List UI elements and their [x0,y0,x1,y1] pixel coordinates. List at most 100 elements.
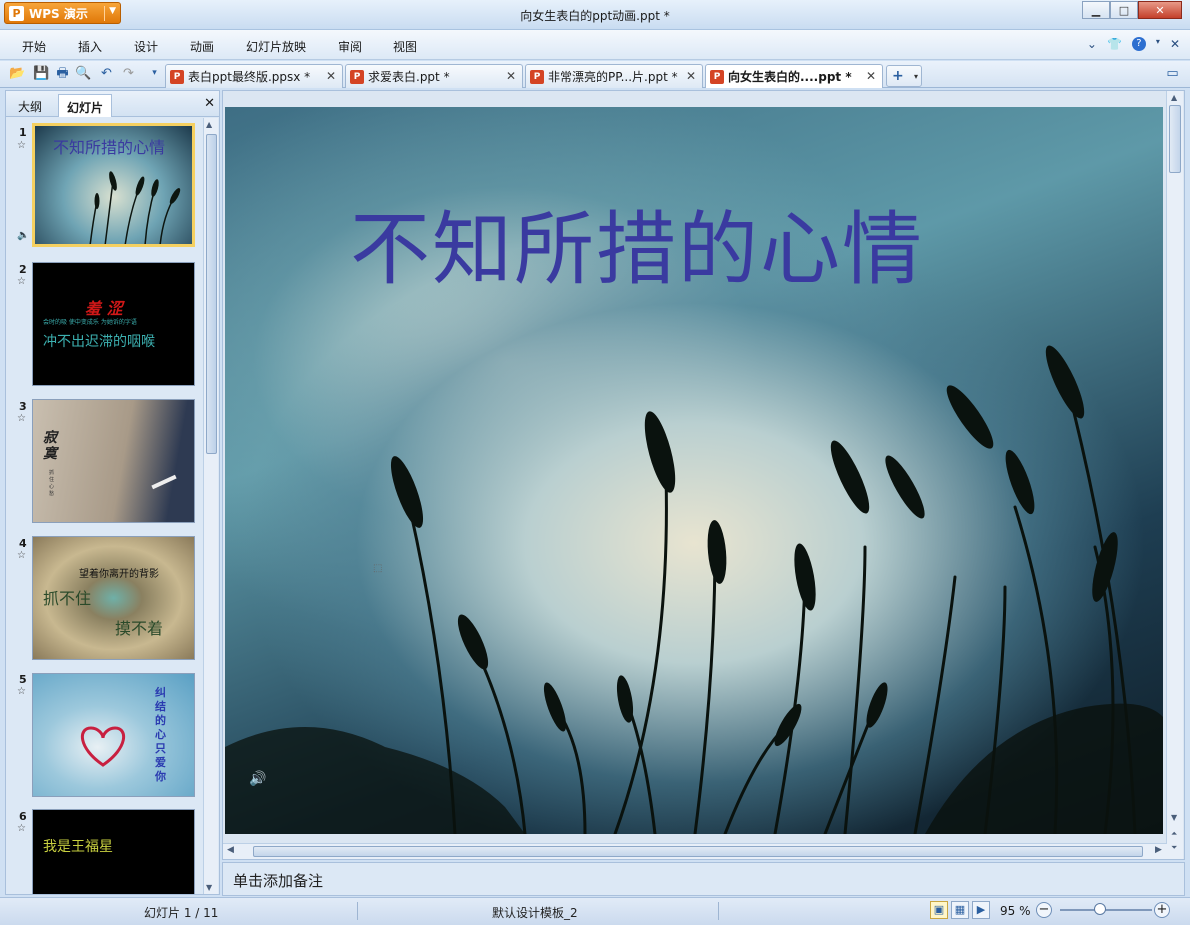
ppt-file-icon: P [530,69,544,84]
doc-tab-label: 向女生表白的....ppt * [728,70,852,84]
slide-thumb-title: 羞 涩 [85,299,123,318]
slide-thumb-title: 望着你离开的背影 [79,569,159,580]
print-preview-icon[interactable]: 🔍 [75,65,92,82]
close-window-button[interactable]: ✕ [1138,1,1182,19]
window-layout-icon[interactable]: ▭ [1164,65,1181,82]
customize-toolbar-icon[interactable]: ▾ [146,65,163,82]
undo-icon[interactable]: ↶ [98,65,115,82]
tab-slides[interactable]: 幻灯片 [58,94,113,117]
menu-slideshow[interactable]: 幻灯片放映 [246,38,306,55]
slide-title[interactable]: 不知所措的心情 [350,185,924,301]
slides-panel: 大纲 幻灯片 ✕ 1 ☆ 🔈 不知所措的心情 2 ☆ 羞 涩 会时的吸 使中变成… [5,90,220,895]
animation-star-icon: ☆ [17,276,26,287]
zoom-level: 95 % [1000,904,1031,918]
maximize-button[interactable]: □ [1110,1,1138,19]
scroll-up-icon[interactable]: ▲ [1171,93,1177,102]
slide-thumbnail-3[interactable]: 寂寞 抓住心 愁 [32,399,195,523]
help-icon[interactable]: ? [1131,37,1146,51]
tab-outline[interactable]: 大纲 [10,94,50,117]
open-icon[interactable]: 📂 [9,65,26,82]
slides-scrollbar[interactable]: ▲ ▼ [203,118,218,894]
slideshow-button[interactable]: ▶ [972,901,990,919]
slide-vertical-scrollbar[interactable]: ▲ ▼ ⏶ ⏷ [1166,91,1183,859]
ppt-file-icon: P [710,69,724,84]
slide-thumb-title: 不知所措的心情 [53,138,166,157]
cigarette-image [151,474,177,490]
save-icon[interactable]: 💾 [33,65,50,82]
current-slide[interactable]: 不知所措的心情 ⬚ 🔊 [225,107,1163,834]
menu-bar: 开始 插入 设计 动画 幻灯片放映 审阅 视图 ⌄ 👕 ? ▾ ✕ [0,30,1190,60]
menu-home[interactable]: 开始 [22,38,46,55]
zoom-slider-handle[interactable] [1094,903,1106,915]
slide-number: 5 [19,673,27,686]
animation-star-icon: ☆ [17,140,26,151]
slide-thumb-title: 纠结的心只爱你 [155,686,166,783]
doc-tab-3[interactable]: P 非常漂亮的PP...片.ppt * ✕ [525,64,703,88]
menu-review[interactable]: 审阅 [338,38,362,55]
slide-editor: 不知所措的心情 ⬚ 🔊 ▲ ▼ ⏶ ⏷ ◀ ▶ [222,90,1185,860]
next-slide-icon[interactable]: ⏷ [1171,843,1177,853]
animation-star-icon: ☆ [17,686,26,697]
doc-tab-2[interactable]: P 求爱表白.ppt * ✕ [345,64,523,88]
menu-insert[interactable]: 插入 [78,38,102,55]
sound-icon: 🔈 [17,230,30,241]
animation-star-icon: ☆ [17,550,26,561]
slide-sorter-button[interactable]: ▦ [951,901,969,919]
close-icon[interactable]: ✕ [204,96,215,111]
scrollbar-thumb[interactable] [206,134,217,454]
slide-thumbnail-1[interactable]: 不知所措的心情 [32,123,195,247]
doc-tab-label: 非常漂亮的PP...片.ppt * [548,70,678,84]
minimize-button[interactable]: ▁ [1082,1,1110,19]
placeholder-handle-icon: ⬚ [373,563,383,574]
redo-icon[interactable]: ↷ [120,65,137,82]
close-icon[interactable]: ✕ [506,69,516,83]
scroll-down-icon[interactable]: ▼ [1171,813,1177,822]
slide-thumb-title: 寂寞 [43,430,57,462]
print-icon[interactable]: 🖶 [54,65,71,82]
scroll-left-icon[interactable]: ◀ [227,845,234,855]
slide-thumbnail-2[interactable]: 羞 涩 会时的吸 使中变成乐 为她诉的字语 冲不出迟滞的咽喉 [32,262,195,386]
doc-tab-4[interactable]: P 向女生表白的....ppt * ✕ [705,64,883,88]
close-icon[interactable]: ✕ [866,69,876,83]
scrollbar-thumb[interactable] [1169,105,1181,173]
chevron-down-icon[interactable]: ▾ [1156,37,1160,51]
close-doc-icon[interactable]: ✕ [1170,37,1180,51]
zoom-slider[interactable] [1060,909,1152,911]
slide-thumbnail-4[interactable]: 望着你离开的背影 抓不住 摸不着 [32,536,195,660]
scrollbar-thumb[interactable] [253,846,1143,857]
chevron-down-icon[interactable]: ⌄ [1087,37,1097,51]
menu-animation[interactable]: 动画 [190,38,214,55]
scroll-right-icon[interactable]: ▶ [1155,845,1162,855]
previous-slide-icon[interactable]: ⏶ [1171,829,1177,839]
slide-thumb-title: 我是王福星 [43,839,113,855]
scroll-up-icon[interactable]: ▲ [206,120,212,129]
close-icon[interactable]: ✕ [326,69,336,83]
ppt-file-icon: P [350,69,364,84]
sound-icon[interactable]: 🔊 [249,771,266,787]
skin-icon[interactable]: 👕 [1107,37,1122,51]
normal-view-button[interactable]: ▣ [930,901,948,919]
doc-tab-label: 求爱表白.ppt * [368,70,450,84]
zoom-out-button[interactable]: − [1036,902,1052,918]
zoom-in-button[interactable]: + [1154,902,1170,918]
template-name: 默认设计模板_2 [492,906,578,920]
slide-number: 1 [19,126,27,139]
new-tab-button[interactable]: + ▾ [886,65,922,87]
slide-horizontal-scrollbar[interactable]: ◀ ▶ [223,843,1167,859]
doc-tab-1[interactable]: P 表白ppt最终版.ppsx * ✕ [165,64,343,88]
heart-image [80,726,126,767]
slide-thumbnail-5[interactable]: 纠结的心只爱你 [32,673,195,797]
notes-pane[interactable]: 单击添加备注 [222,862,1185,896]
slide-thumbnail-6[interactable]: 我是王福星 [32,809,195,894]
slide-indicator: 幻灯片 1 / 11 [144,906,219,920]
slide-thumb-line2: 抓不住 [43,589,92,608]
slide-thumb-small: 会时的吸 使中变成乐 为她诉的字语 [43,319,137,326]
quick-toolbar: 📂 💾 🖶 🔍 ↶ ↷ ▾ P 表白ppt最终版.ppsx * ✕ P 求爱表白… [0,61,1190,88]
slide-thumb-line3: 摸不着 [115,619,164,638]
scroll-down-icon[interactable]: ▼ [206,883,212,892]
title-bar: P WPS 演示 ▼ 向女生表白的ppt动画.ppt * ▁ □ ✕ [0,0,1190,30]
close-icon[interactable]: ✕ [686,69,696,83]
menu-view[interactable]: 视图 [393,38,417,55]
menu-design[interactable]: 设计 [134,38,158,55]
slide-thumb-subtitle: 冲不出迟滞的咽喉 [43,334,155,350]
